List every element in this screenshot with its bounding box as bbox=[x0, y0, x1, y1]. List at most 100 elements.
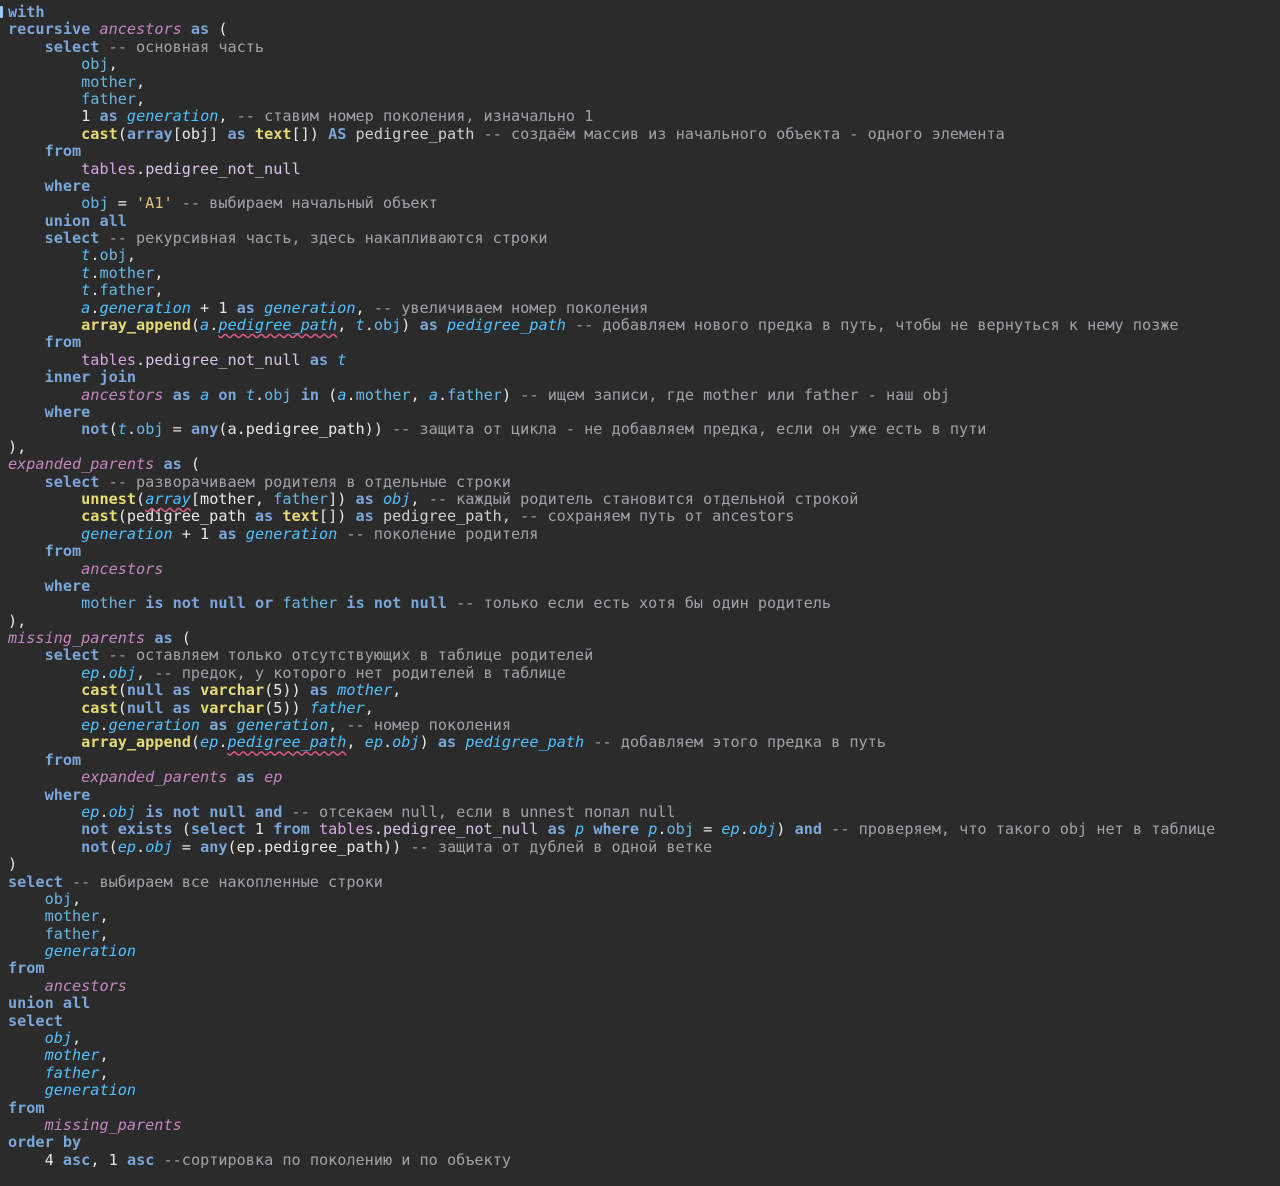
code-line[interactable]: select bbox=[8, 1012, 1215, 1030]
code-line[interactable]: union all bbox=[8, 995, 1215, 1012]
code-line[interactable]: not exists (select 1 from tables.pedigre… bbox=[8, 821, 1215, 838]
code-line[interactable]: 4 asc, 1 asc --сортировка по поколению и… bbox=[8, 1150, 1215, 1169]
code-line[interactable]: expanded_parents as ep bbox=[8, 768, 1215, 786]
identifier-token: generation bbox=[236, 716, 329, 735]
code-line[interactable]: from bbox=[8, 542, 1215, 560]
code-line[interactable]: where bbox=[8, 403, 1215, 421]
code-line[interactable]: ), bbox=[8, 612, 1215, 630]
code-line[interactable]: father, bbox=[8, 925, 1215, 943]
code-line[interactable]: ep.generation as generation, -- номер по… bbox=[8, 716, 1215, 735]
code-line[interactable]: 1 as generation, -- ставим номер поколен… bbox=[8, 108, 1215, 125]
code-line[interactable]: expanded_parents as ( bbox=[8, 455, 1215, 473]
code-line[interactable]: cast(null as varchar(5)) as mother, bbox=[8, 682, 1215, 699]
keyword-token: any bbox=[190, 420, 219, 439]
code-line[interactable]: generation + 1 as generation -- поколени… bbox=[8, 525, 1215, 543]
keyword-token: where bbox=[44, 576, 91, 595]
code-line[interactable]: obj, bbox=[8, 1029, 1215, 1047]
code-line[interactable]: t.father, bbox=[8, 282, 1215, 299]
code-line[interactable]: obj = 'A1' -- выбираем начальный объект bbox=[8, 195, 1215, 212]
code-line[interactable]: ) bbox=[8, 855, 1215, 873]
code-line[interactable]: cast(null as varchar(5)) father, bbox=[8, 698, 1215, 717]
code-line[interactable]: missing_parents as ( bbox=[8, 629, 1215, 648]
code-line[interactable]: unnest(array[mother, father]) as obj, --… bbox=[8, 489, 1215, 508]
code-line[interactable]: t.mother, bbox=[8, 264, 1215, 282]
code-line[interactable]: select -- выбираем все накопленные строк… bbox=[8, 873, 1215, 891]
code-line[interactable]: from bbox=[8, 960, 1215, 977]
code-line[interactable]: ancestors bbox=[8, 560, 1215, 578]
code-line[interactable]: select -- разворачиваем родителя в отдел… bbox=[8, 473, 1215, 491]
code-area[interactable]: with recursive ancestors as ( select -- о… bbox=[8, 3, 1215, 1169]
code-line[interactable]: array_append(a.pedigree_path, t.obj) as … bbox=[8, 316, 1215, 335]
code-editor[interactable]: with recursive ancestors as ( select -- о… bbox=[0, 0, 1280, 1186]
code-line[interactable]: array_append(ep.pedigree_path, ep.obj) a… bbox=[8, 734, 1215, 751]
punctuation-token: ]) bbox=[328, 489, 356, 508]
code-line[interactable]: mother, bbox=[8, 72, 1215, 91]
punctuation-token: ( bbox=[117, 681, 127, 700]
punctuation-token: ( bbox=[172, 629, 191, 648]
code-line[interactable]: not(ep.obj = any(ep.pedigree_path)) -- з… bbox=[8, 838, 1215, 856]
identifier-token: a bbox=[200, 385, 210, 404]
punctuation-token: , bbox=[136, 72, 146, 91]
code-line[interactable]: tables.pedigree_not_null as t bbox=[8, 351, 1215, 369]
code-line[interactable]: from bbox=[8, 142, 1215, 160]
code-line[interactable]: generation bbox=[8, 1082, 1215, 1099]
code-line[interactable]: from bbox=[8, 751, 1215, 769]
code-line[interactable]: union all bbox=[8, 212, 1215, 230]
schema-token: tables bbox=[81, 159, 137, 178]
code-line[interactable]: generation bbox=[8, 942, 1215, 960]
code-line[interactable]: with bbox=[8, 3, 1215, 21]
comment-token: -- проверяем, что такого obj нет в табли… bbox=[822, 820, 1216, 839]
code-line[interactable]: where bbox=[8, 576, 1215, 595]
code-line[interactable]: select -- рекурсивная часть, здесь накап… bbox=[8, 229, 1215, 247]
keyword-token: in bbox=[300, 385, 320, 404]
keyword-token: inner join bbox=[44, 368, 137, 387]
code-line[interactable]: select -- оставляем только отсутствующих… bbox=[8, 647, 1215, 664]
code-line[interactable]: recursive ancestors as ( bbox=[8, 21, 1215, 38]
code-line[interactable]: from bbox=[8, 334, 1215, 351]
keyword-token: as bbox=[154, 629, 173, 648]
code-line[interactable]: mother, bbox=[8, 1047, 1215, 1064]
code-line[interactable]: ), bbox=[8, 438, 1215, 456]
function-token: array_append bbox=[81, 733, 191, 752]
punctuation-token: (5)) bbox=[264, 698, 310, 717]
code-line[interactable]: inner join bbox=[8, 369, 1215, 386]
code-line[interactable]: from bbox=[8, 1099, 1215, 1117]
function-token: varchar bbox=[200, 698, 265, 717]
keyword-token: as bbox=[209, 716, 228, 735]
punctuation-token: []) bbox=[318, 507, 356, 526]
code-line[interactable]: not(t.obj = any(a.pedigree_path)) -- защ… bbox=[8, 421, 1215, 438]
identifier-token: t bbox=[117, 420, 127, 439]
code-line[interactable]: mother is not null or father is not null… bbox=[8, 595, 1215, 612]
code-line[interactable]: father, bbox=[8, 1064, 1215, 1082]
number-token: 1 bbox=[108, 1150, 118, 1169]
punctuation-token: , bbox=[218, 107, 237, 126]
code-line[interactable]: t.obj, bbox=[8, 247, 1215, 264]
code-line[interactable]: cast(array[obj] as text[]) AS pedigree_p… bbox=[8, 124, 1215, 143]
code-line[interactable]: select -- основная часть bbox=[8, 38, 1215, 56]
code-line[interactable]: obj, bbox=[8, 55, 1215, 73]
code-line[interactable]: ep.obj, -- предок, у которого нет родите… bbox=[8, 664, 1215, 682]
keyword-token: is not null bbox=[346, 594, 448, 613]
column-token: father bbox=[447, 385, 502, 404]
code-line[interactable]: ancestors as a on t.obj in (a.mother, a.… bbox=[8, 385, 1215, 404]
code-line[interactable]: ep.obj is not null and -- отсекаем null,… bbox=[8, 803, 1215, 821]
code-line[interactable]: cast(pedigree_path as text[]) as pedigre… bbox=[8, 508, 1215, 525]
code-line[interactable]: where bbox=[8, 177, 1215, 195]
code-line[interactable]: father, bbox=[8, 90, 1215, 108]
code-line[interactable]: where bbox=[8, 786, 1215, 804]
text-token: pedigree_path bbox=[346, 124, 484, 143]
code-line[interactable]: mother, bbox=[8, 908, 1215, 925]
code-line[interactable]: ancestors bbox=[8, 977, 1215, 995]
code-line[interactable]: obj, bbox=[8, 889, 1215, 908]
code-line[interactable]: missing_parents bbox=[8, 1116, 1215, 1134]
code-line[interactable]: tables.pedigree_not_null bbox=[8, 159, 1215, 178]
punctuation-token: ( bbox=[190, 316, 201, 335]
code-line[interactable]: order by bbox=[8, 1134, 1215, 1151]
code-line[interactable]: a.generation + 1 as generation, -- увели… bbox=[8, 299, 1215, 317]
column-token: obj bbox=[44, 889, 73, 908]
